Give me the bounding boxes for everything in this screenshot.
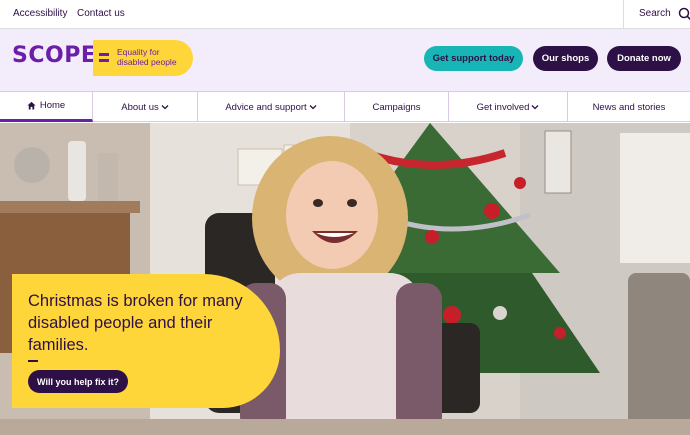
nav-item-campaigns[interactable]: Campaigns [345,92,449,122]
equals-icon [99,53,109,63]
search-label: Search [639,8,671,19]
hero-headline: Christmas is broken for many disabled pe… [28,292,243,354]
nav-item-label: About us [121,101,159,113]
donate-button[interactable]: Donate now [607,46,681,71]
search-icon [678,7,690,21]
chevron-down-icon [531,105,539,110]
logo-equals-badge[interactable]: Equality for disabled people [93,40,193,76]
chevron-down-icon [161,105,169,110]
contact-link[interactable]: Contact us [77,8,125,19]
nav-item-home[interactable]: Home [0,92,93,122]
logo-tagline: Equality for disabled people [117,47,177,67]
logo-wordmark[interactable]: SCOPE [12,43,96,68]
get-support-button[interactable]: Get support today [424,46,523,71]
chevron-down-icon [309,105,317,110]
nav-item-label: Campaigns [372,101,421,113]
nav-item-label: Advice and support [225,101,307,113]
nav-item-label: Get involved [476,101,530,113]
nav-item-get-involved[interactable]: Get involved [449,92,568,122]
hero-promo-card: Christmas is broken for many disabled pe… [12,274,280,408]
our-shops-button[interactable]: Our shops [533,46,598,71]
utility-bar: Accessibility Contact us Search [0,0,690,29]
nav-item-label: News and stories [592,101,666,113]
nav-item-label: Home [39,100,66,111]
headline-divider [28,360,38,362]
nav-item-news-stories[interactable]: News and stories [568,92,690,122]
main-nav: Home About us Advice and support Campaig… [0,92,690,122]
help-fix-it-button[interactable]: Will you help fix it? [28,370,128,393]
home-icon [27,101,36,110]
brand-header: SCOPE Equality for disabled people Get s… [0,29,690,92]
accessibility-link[interactable]: Accessibility [13,8,67,19]
hero-banner: Christmas is broken for many disabled pe… [0,123,690,435]
search-button[interactable]: Search [623,0,690,29]
nav-item-advice-support[interactable]: Advice and support [198,92,345,122]
nav-item-about-us[interactable]: About us [93,92,198,122]
